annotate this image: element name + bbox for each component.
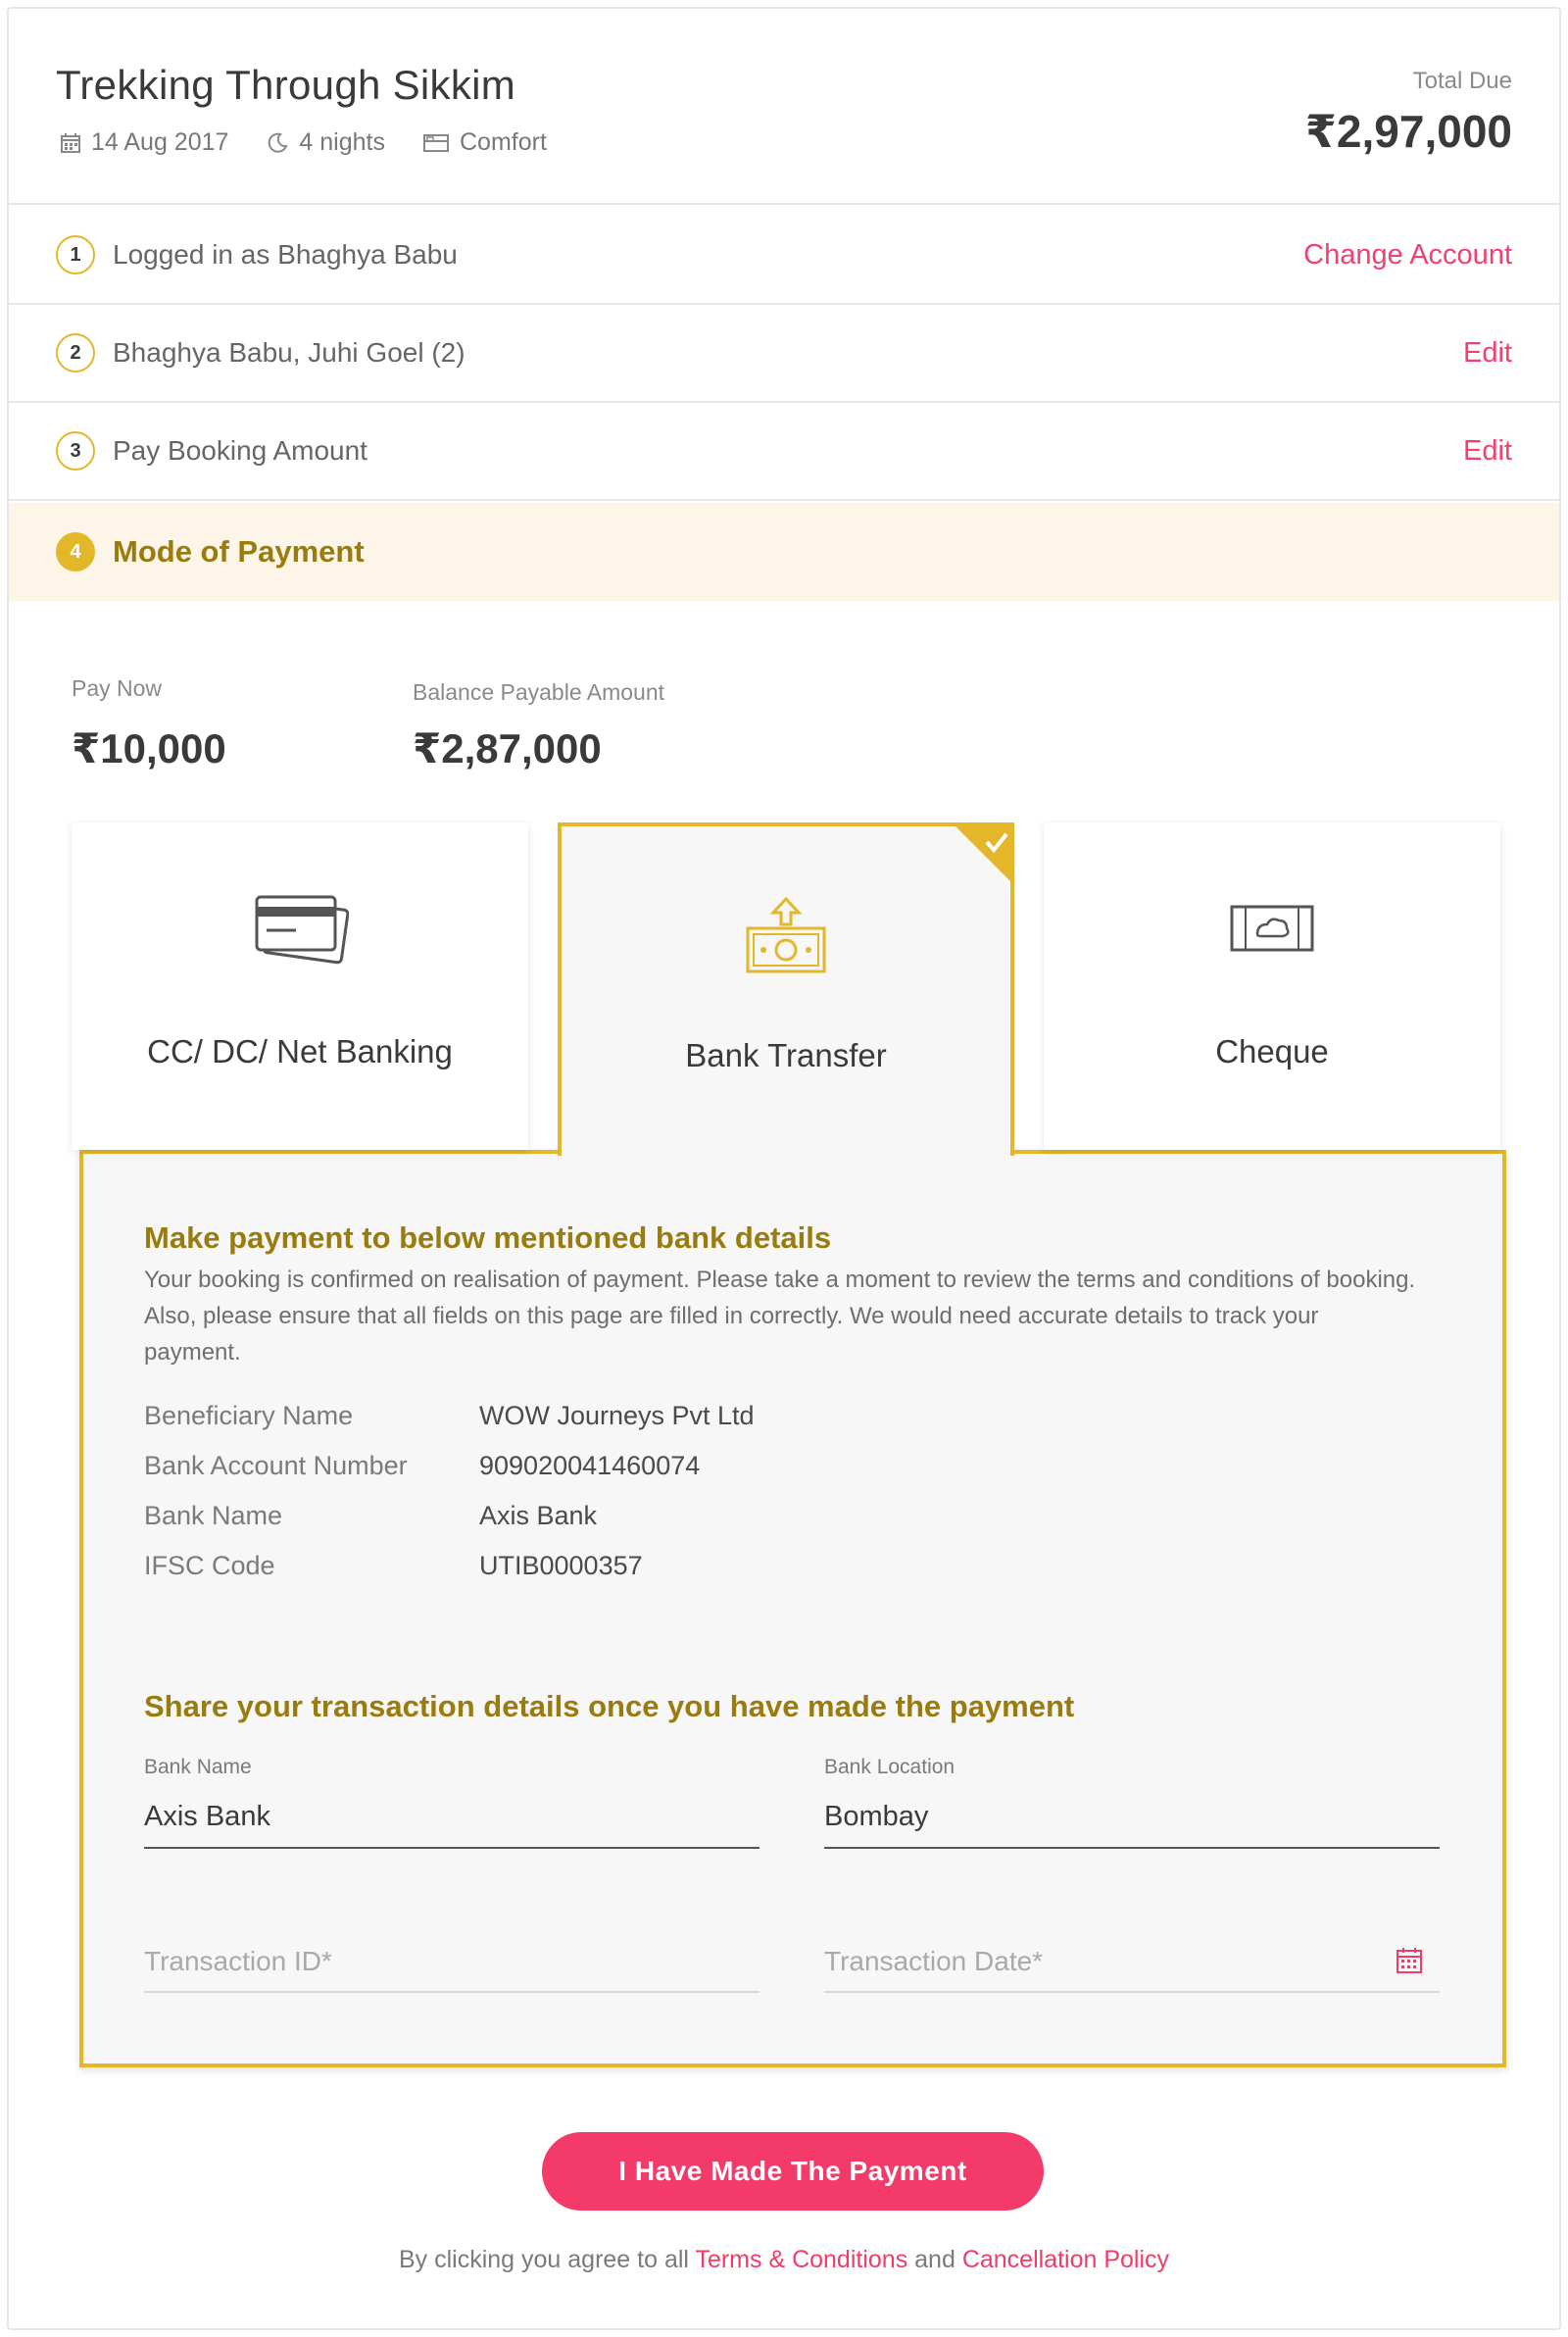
payment-mode-label: Cheque	[1215, 1033, 1329, 1069]
edit-travellers-link[interactable]: Edit	[1463, 337, 1512, 370]
step-travellers: 2 Bhaghya Babu, Juhi Goel (2) Edit	[9, 305, 1559, 403]
calendar-icon	[61, 132, 80, 153]
trip-date-text: 14 Aug 2017	[91, 128, 229, 156]
pay-now-value: ₹10,000	[72, 725, 226, 771]
terms-text: By clicking you agree to all Terms & Con…	[9, 2246, 1559, 2274]
payment-mode-card-tab[interactable]: CC/ DC/ Net Banking	[72, 822, 528, 1150]
payment-mode-label: Bank Transfer	[685, 1037, 887, 1073]
detail-beneficiary: Beneficiary Name WOW Journeys Pvt Ltd	[144, 1401, 755, 1431]
transaction-id-input[interactable]: Transaction ID*	[144, 1946, 760, 1991]
pay-now-label: Pay Now	[72, 675, 163, 701]
detail-account-number: Bank Account Number 909020041460074	[144, 1451, 700, 1481]
detail-value: 909020041460074	[479, 1451, 701, 1480]
bank-location-field[interactable]: Bank Location Bombay	[824, 1756, 1440, 1849]
detail-bank-name: Bank Name Axis Bank	[144, 1501, 597, 1531]
balance-value: ₹2,87,000	[413, 725, 602, 771]
payment-mode-label: CC/ DC/ Net Banking	[147, 1033, 453, 1069]
change-account-link[interactable]: Change Account	[1303, 239, 1512, 272]
trip-category-text: Comfort	[459, 128, 547, 156]
calendar-picker-icon[interactable]	[1395, 1946, 1424, 1975]
cheque-icon	[1230, 905, 1314, 952]
trip-nights: 4 nights	[266, 128, 385, 157]
trip-title: Trekking Through Sikkim	[56, 62, 516, 108]
step-label: Logged in as Bhaghya Babu	[113, 239, 458, 270]
bank-transfer-panel: Make payment to below mentioned bank det…	[79, 1150, 1506, 2067]
step-booking-amount: 3 Pay Booking Amount Edit	[9, 403, 1559, 501]
terms-prefix: By clicking you agree to all	[398, 2246, 696, 2273]
edit-booking-amount-link[interactable]: Edit	[1463, 435, 1512, 468]
total-due-value: ₹2,97,000	[1304, 106, 1512, 157]
detail-key: Bank Name	[144, 1501, 283, 1530]
trip-date: 14 Aug 2017	[60, 128, 228, 157]
detail-value: UTIB0000357	[479, 1551, 643, 1580]
credit-card-icon	[255, 895, 349, 965]
detail-value: Axis Bank	[479, 1501, 598, 1530]
detail-key: Bank Account Number	[144, 1451, 408, 1480]
trip-header: Trekking Through Sikkim 14 Aug 2017 4 ni…	[9, 9, 1559, 205]
detail-key: Beneficiary Name	[144, 1401, 354, 1430]
trip-category: Comfort	[422, 128, 547, 157]
transaction-date-input[interactable]: Transaction Date*	[824, 1946, 1440, 1991]
total-due-label: Total Due	[1412, 68, 1512, 94]
terms-conditions-link[interactable]: Terms & Conditions	[695, 2246, 907, 2273]
payment-mode-bank-transfer-tab[interactable]: Bank Transfer	[558, 822, 1014, 1156]
share-transaction-heading: Share your transaction details once you …	[144, 1689, 1075, 1723]
cancellation-policy-link[interactable]: Cancellation Policy	[962, 2246, 1169, 2273]
bank-name-field[interactable]: Bank Name Axis Bank	[144, 1756, 760, 1849]
step-number: 4	[56, 532, 95, 572]
bank-location-label: Bank Location	[824, 1756, 956, 1778]
payment-made-button[interactable]: I Have Made The Payment	[542, 2132, 1044, 2211]
bank-location-input[interactable]: Bombay	[824, 1801, 1440, 1847]
booking-card: Trekking Through Sikkim 14 Aug 2017 4 ni…	[7, 7, 1561, 2330]
bank-name-label: Bank Name	[144, 1756, 252, 1778]
step-number: 3	[56, 431, 95, 471]
detail-key: IFSC Code	[144, 1551, 275, 1580]
step-number: 1	[56, 235, 95, 274]
transaction-date-field[interactable]: Transaction Date*	[824, 1946, 1440, 1993]
detail-value: WOW Journeys Pvt Ltd	[479, 1401, 755, 1430]
trip-meta: 14 Aug 2017 4 nights Comfort	[60, 128, 584, 157]
bank-name-input[interactable]: Axis Bank	[144, 1801, 760, 1847]
step-mode-of-payment: 4 Mode of Payment	[9, 503, 1559, 601]
bank-details-heading: Make payment to below mentioned bank det…	[144, 1220, 832, 1255]
terms-middle: and	[907, 2246, 962, 2273]
moon-icon	[269, 132, 289, 153]
trip-nights-text: 4 nights	[299, 128, 385, 156]
step-label: Bhaghya Babu, Juhi Goel (2)	[113, 337, 466, 368]
selected-check-icon	[952, 822, 1014, 885]
balance-label: Balance Payable Amount	[413, 679, 665, 705]
detail-ifsc: IFSC Code UTIB0000357	[144, 1551, 643, 1581]
step-login: 1 Logged in as Bhaghya Babu Change Accou…	[9, 207, 1559, 305]
step-number: 2	[56, 333, 95, 373]
payment-mode-cheque-tab[interactable]: Cheque	[1044, 822, 1500, 1150]
transaction-id-field[interactable]: Transaction ID*	[144, 1946, 760, 1993]
bank-details-description: Your booking is confirmed on realisation…	[144, 1267, 1416, 1366]
bank-transfer-icon	[746, 896, 826, 973]
hotel-bed-icon	[422, 133, 449, 152]
step-label: Mode of Payment	[113, 534, 365, 569]
step-label: Pay Booking Amount	[113, 435, 368, 466]
